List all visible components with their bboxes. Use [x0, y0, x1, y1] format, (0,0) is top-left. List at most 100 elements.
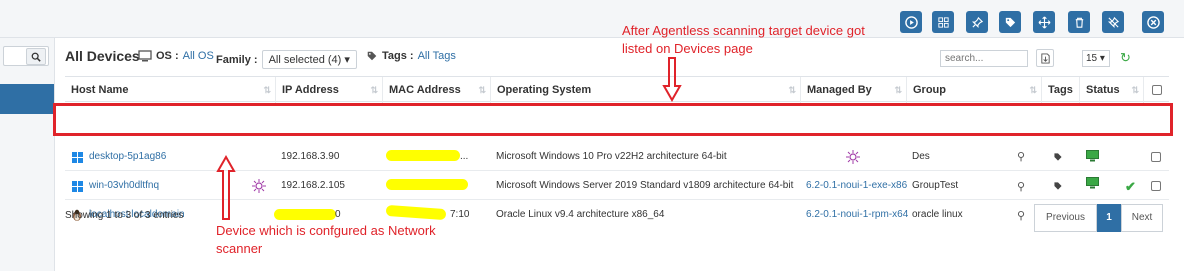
column-managed-by[interactable]: Managed By ⇅	[800, 77, 906, 103]
ip-address: 192.168.3.90	[281, 151, 340, 162]
annotation-bottom-line2: scanner	[216, 241, 263, 256]
operating-system: Oracle Linux v9.4 architecture x86_64	[496, 209, 665, 220]
os-filter-value[interactable]: All OS	[183, 50, 214, 62]
sort-icon: ⇅	[263, 85, 271, 95]
family-filter: Family : All selected (4) ▾	[216, 50, 357, 69]
column-mac-address[interactable]: MAC Address ⇅	[382, 77, 490, 103]
no-pin-icon[interactable]	[1102, 11, 1124, 33]
tags-filter-value[interactable]: All Tags	[418, 50, 456, 62]
previous-button[interactable]: Previous	[1034, 204, 1097, 232]
family-dropdown-value: All selected (4)	[268, 54, 342, 66]
next-button[interactable]: Next	[1121, 204, 1163, 232]
tag-icon[interactable]	[1053, 181, 1063, 191]
down-arrow-icon	[662, 57, 682, 102]
column-select-all	[1143, 77, 1169, 103]
column-status-label: Status	[1086, 84, 1120, 96]
column-status[interactable]: Status ⇅	[1079, 77, 1143, 103]
close-icon[interactable]	[1142, 11, 1164, 33]
managed-by-link[interactable]: 6.2-0.1-noui-1-rpm-x64	[806, 200, 908, 229]
group: Des	[912, 151, 930, 162]
windows-icon	[72, 181, 83, 192]
column-mac-address-label: MAC Address	[389, 84, 461, 96]
column-ip-address-label: IP Address	[282, 84, 339, 96]
host-name-link[interactable]: win-03vh0dltfnq	[89, 171, 159, 200]
operating-system: Microsoft Windows Server 2019 Standard v…	[496, 180, 794, 191]
column-tags-label: Tags	[1048, 84, 1073, 96]
operating-system: Microsoft Windows 10 Pro v22H2 architect…	[496, 151, 727, 162]
page-1-button[interactable]: 1	[1097, 204, 1121, 232]
top-toolbar	[0, 0, 1184, 38]
export-icon[interactable]	[1036, 49, 1054, 67]
sort-icon: ⇅	[1131, 85, 1139, 95]
online-monitor-icon	[1086, 177, 1099, 189]
mac-redaction	[386, 179, 468, 190]
windows-icon	[72, 152, 83, 163]
sort-icon: ⇅	[370, 85, 378, 95]
column-tags[interactable]: Tags	[1041, 77, 1079, 103]
family-filter-label: Family :	[216, 53, 258, 66]
annotation-bottom-line1: Device which is confgured as Network	[216, 223, 436, 238]
pin-icon[interactable]: ⚲	[1017, 209, 1025, 222]
sort-icon: ⇅	[1029, 85, 1037, 95]
column-ip-address[interactable]: IP Address ⇅	[275, 77, 382, 103]
column-group-label: Group	[913, 84, 946, 96]
table-header: Host Name ⇅ IP Address ⇅ MAC Address ⇅ Oper…	[65, 76, 1169, 103]
row-checkbox[interactable]	[1151, 181, 1161, 191]
page-size-value: 15	[1086, 53, 1098, 64]
move-icon[interactable]	[1033, 11, 1055, 33]
refresh-icon[interactable]: ↻	[1120, 50, 1131, 66]
pin-icon[interactable]	[966, 11, 988, 33]
up-arrow-icon	[216, 155, 236, 220]
tags-filter-label: Tags :	[382, 50, 414, 62]
trash-icon[interactable]	[1068, 11, 1090, 33]
search-icon[interactable]	[26, 48, 46, 65]
mac-redaction	[386, 150, 460, 161]
mac-address: 7:10	[450, 209, 470, 220]
mac-redaction	[385, 204, 447, 221]
annotation-top-line2: listed on Devices page	[622, 41, 753, 56]
group: oracle linux	[912, 209, 963, 220]
highlight-box	[53, 103, 1173, 136]
page-size-select[interactable]: 15 ▾	[1082, 50, 1110, 67]
sort-icon: ⇅	[788, 85, 796, 95]
grid-icon[interactable]	[932, 11, 954, 33]
search-input[interactable]	[940, 50, 1028, 67]
online-monitor-icon	[1086, 150, 1099, 162]
ip-address: 192.168.2.105	[281, 180, 345, 191]
ip-redaction	[274, 209, 336, 220]
group: GroupTest	[912, 180, 959, 191]
column-host-name[interactable]: Host Name ⇅	[65, 77, 275, 103]
network-scanner-icon	[252, 179, 266, 193]
page-title: All Devices	[65, 48, 140, 64]
host-name-link[interactable]: desktop-5p1ag86	[89, 142, 166, 171]
monitor-icon	[138, 50, 152, 62]
column-group[interactable]: Group ⇅	[906, 77, 1041, 103]
os-filter[interactable]: OS : All OS	[138, 50, 214, 62]
pin-icon[interactable]: ⚲	[1017, 150, 1025, 163]
annotation-top-line1: After Agentless scanning target device g…	[622, 23, 865, 38]
column-host-name-label: Host Name	[71, 84, 129, 96]
network-scanner-icon	[846, 150, 860, 164]
managed-by-link[interactable]: 6.2-0.1-noui-1-exe-x86	[806, 171, 907, 200]
left-panel	[0, 38, 55, 271]
family-dropdown[interactable]: All selected (4) ▾	[261, 50, 357, 69]
tag-icon	[367, 51, 377, 61]
sort-icon: ⇅	[894, 85, 902, 95]
play-icon[interactable]	[900, 11, 922, 33]
row-checkbox[interactable]	[1151, 152, 1161, 162]
left-tree-selected-item[interactable]	[0, 84, 54, 114]
devices-page: All Devices OS : All OS Family : All sel…	[0, 0, 1184, 271]
agent-ok-icon: ✔	[1125, 179, 1136, 194]
column-operating-system-label: Operating System	[497, 84, 592, 96]
tag-icon[interactable]	[1053, 152, 1063, 162]
column-operating-system[interactable]: Operating System ⇅	[490, 77, 800, 103]
select-all-checkbox[interactable]	[1152, 85, 1162, 95]
os-filter-label: OS :	[156, 50, 179, 62]
column-managed-by-label: Managed By	[807, 84, 872, 96]
tag-icon[interactable]	[999, 11, 1021, 33]
sort-icon: ⇅	[478, 85, 486, 95]
mac-address: ...	[460, 151, 469, 162]
pin-icon[interactable]: ⚲	[1017, 180, 1025, 193]
entries-summary: Showing 1 to 3 of 3 entries	[65, 210, 184, 221]
tags-filter[interactable]: Tags : All Tags	[366, 50, 456, 62]
